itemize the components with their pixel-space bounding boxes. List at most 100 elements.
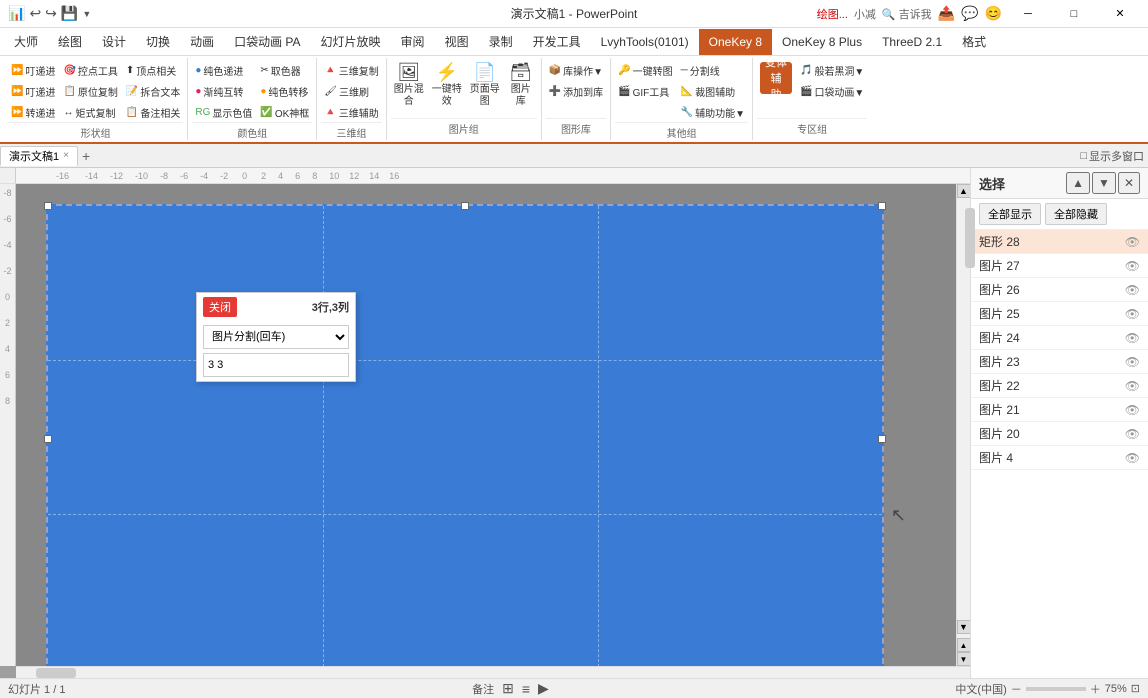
share-icon[interactable]: 📤: [938, 5, 955, 22]
user-avatar[interactable]: 😊: [985, 5, 1002, 22]
scroll-down-btn[interactable]: ▼: [957, 620, 971, 634]
slide-canvas[interactable]: [46, 204, 884, 666]
view-normal-icon[interactable]: ⊞: [502, 680, 514, 697]
tab-sheji[interactable]: 设计: [92, 29, 136, 55]
search-icon[interactable]: 🔍 吉诉我: [882, 6, 932, 22]
sidebar-item-pic26[interactable]: 图片 26 👁: [971, 278, 1148, 302]
sidebar-item-pic25[interactable]: 图片 25 👁: [971, 302, 1148, 326]
qa-redo[interactable]: ↪: [45, 5, 57, 22]
btn-cai-fzhu[interactable]: 📐裁图辅助: [678, 81, 748, 101]
btn-chunse-zhuanyi[interactable]: ●纯色转移: [257, 81, 312, 101]
btn-yemian-daochu[interactable]: 📄 页面导图: [467, 60, 503, 110]
eye-icon-pic25[interactable]: 👁: [1125, 307, 1140, 321]
eye-icon-pic20[interactable]: 👁: [1125, 427, 1140, 441]
btn-yijian-effects[interactable]: ⚡ 一键特效: [429, 60, 465, 110]
slide-area[interactable]: 关闭 3行,3列 图片分割(回车) ↖: [16, 184, 956, 666]
btn-boruo-heidong[interactable]: 🎵般若黑洞▼: [797, 60, 867, 80]
sidebar-item-pic20[interactable]: 图片 20 👁: [971, 422, 1148, 446]
btn-zhuandijin[interactable]: ⏩转递进: [8, 102, 58, 122]
handle-midright[interactable]: [878, 435, 886, 443]
scroll-thumb-h[interactable]: [36, 668, 76, 678]
scroll-top-btn[interactable]: ▲: [957, 638, 971, 652]
sidebar-close-btn[interactable]: ✕: [1118, 172, 1140, 194]
btn-ku-caozuo[interactable]: 📦库操作▼: [546, 60, 606, 80]
scrollbar-horizontal[interactable]: [16, 666, 970, 678]
eye-icon-rect28[interactable]: 👁: [1125, 235, 1140, 249]
btn-quse[interactable]: ✂取色器: [257, 60, 312, 80]
zoom-in-btn[interactable]: ＋: [1090, 681, 1101, 697]
sidebar-show-all-btn[interactable]: 全部显示: [979, 203, 1041, 225]
fit-window-btn[interactable]: ⊡: [1131, 682, 1140, 695]
eye-icon-pic4[interactable]: 👁: [1125, 451, 1140, 465]
eye-icon-pic26[interactable]: 👁: [1125, 283, 1140, 297]
comment-icon[interactable]: 💬: [961, 5, 978, 22]
btn-3d-fzhu[interactable]: 🔺三维辅助: [321, 102, 381, 122]
minimize-button[interactable]: ─: [1008, 4, 1048, 24]
tab-threed[interactable]: ThreeD 2.1: [872, 29, 952, 55]
popup-close-button[interactable]: 关闭: [203, 297, 237, 317]
btn-fzhu-gn[interactable]: 🔧辅助功能▼: [678, 102, 748, 122]
tab-donghua[interactable]: 动画: [180, 29, 224, 55]
tab-dashi[interactable]: 大师: [4, 29, 48, 55]
sidebar-down-btn[interactable]: ▼: [1092, 172, 1116, 194]
qa-save[interactable]: 💾: [61, 5, 78, 22]
btn-tianjia-ku[interactable]: ➕添加到库: [546, 81, 606, 101]
zoom-out-btn[interactable]: －: [1011, 681, 1022, 697]
scroll-up-btn[interactable]: ▲: [957, 184, 971, 198]
doc-tab-close[interactable]: ×: [63, 150, 69, 161]
doc-tab-add[interactable]: +: [78, 148, 94, 164]
tab-qiehuan[interactable]: 切换: [136, 29, 180, 55]
btn-didijin2[interactable]: ⏩叮递进: [8, 81, 58, 101]
sidebar-up-btn[interactable]: ▲: [1066, 172, 1090, 194]
btn-fenge-xian[interactable]: ─分割线: [678, 60, 748, 80]
btn-tupian-ku[interactable]: 🗃 图片库: [505, 60, 537, 110]
sidebar-item-pic24[interactable]: 图片 24 👁: [971, 326, 1148, 350]
tab-pa[interactable]: 口袋动画 PA: [224, 29, 310, 55]
view-reading-icon[interactable]: ▶: [538, 680, 549, 697]
btn-dingdian[interactable]: ⬆顶点相关: [123, 60, 183, 80]
eye-icon-pic21[interactable]: 👁: [1125, 403, 1140, 417]
tab-onekey8[interactable]: OneKey 8: [699, 29, 772, 55]
handle-midleft[interactable]: [44, 435, 52, 443]
doc-tab-main[interactable]: 演示文稿1 ×: [0, 146, 78, 166]
btn-ok-shenkuang[interactable]: ✅OK神框: [257, 102, 312, 122]
btn-xianshi-sezhi[interactable]: RG显示色值: [192, 102, 255, 122]
tab-lvyhtools[interactable]: LvyhTools(0101): [591, 29, 699, 55]
user-name[interactable]: 小减: [854, 6, 876, 22]
btn-kongdian[interactable]: 🎯控点工具: [60, 60, 120, 80]
tab-onekey8plus[interactable]: OneKey 8 Plus: [772, 29, 872, 55]
btn-chunse-dijin[interactable]: ●纯色递进: [192, 60, 255, 80]
popup-select-type[interactable]: 图片分割(回车): [203, 325, 349, 349]
handle-topmid[interactable]: [461, 202, 469, 210]
btn-yijian-zhuantu[interactable]: 🔑一键转图: [615, 60, 675, 80]
tab-devtools[interactable]: 开发工具: [523, 29, 591, 55]
handle-topleft[interactable]: [44, 202, 52, 210]
close-button[interactable]: ✕: [1100, 4, 1140, 24]
btn-beizhu[interactable]: 📋备注相关: [123, 102, 183, 122]
sidebar-item-pic21[interactable]: 图片 21 👁: [971, 398, 1148, 422]
scroll-bottom-btn[interactable]: ▼: [957, 652, 971, 666]
sidebar-hide-all-btn[interactable]: 全部隐藏: [1045, 203, 1107, 225]
btn-jian-chun[interactable]: ●渐纯互转: [192, 81, 255, 101]
eye-icon-pic22[interactable]: 👁: [1125, 379, 1140, 393]
view-outline-icon[interactable]: ≡: [522, 681, 530, 697]
qa-dropdown[interactable]: ▼: [82, 9, 91, 19]
handle-topright[interactable]: [878, 202, 886, 210]
btn-chahe[interactable]: 📝拆合文本: [123, 81, 183, 101]
popup-input-values[interactable]: [203, 353, 349, 377]
eye-icon-pic23[interactable]: 👁: [1125, 355, 1140, 369]
btn-gif-tool[interactable]: 🎬GIF工具: [615, 81, 675, 101]
zoom-slider[interactable]: [1026, 687, 1086, 691]
sidebar-item-pic22[interactable]: 图片 22 👁: [971, 374, 1148, 398]
maximize-button[interactable]: □: [1054, 4, 1094, 24]
tab-huitu[interactable]: 绘图: [48, 29, 92, 55]
btn-3d-copy[interactable]: 🔺三维复制: [321, 60, 381, 80]
scroll-thumb[interactable]: [965, 208, 975, 268]
btn-yuanwei[interactable]: 📋原位复制: [60, 81, 120, 101]
eye-icon-pic24[interactable]: 👁: [1125, 331, 1140, 345]
eye-icon-pic27[interactable]: 👁: [1125, 259, 1140, 273]
tab-luzhi[interactable]: 录制: [479, 29, 523, 55]
sidebar-item-pic23[interactable]: 图片 23 👁: [971, 350, 1148, 374]
btn-biantifu[interactable]: 变体辅助: [757, 60, 795, 96]
tab-shitu[interactable]: 视图: [435, 29, 479, 55]
